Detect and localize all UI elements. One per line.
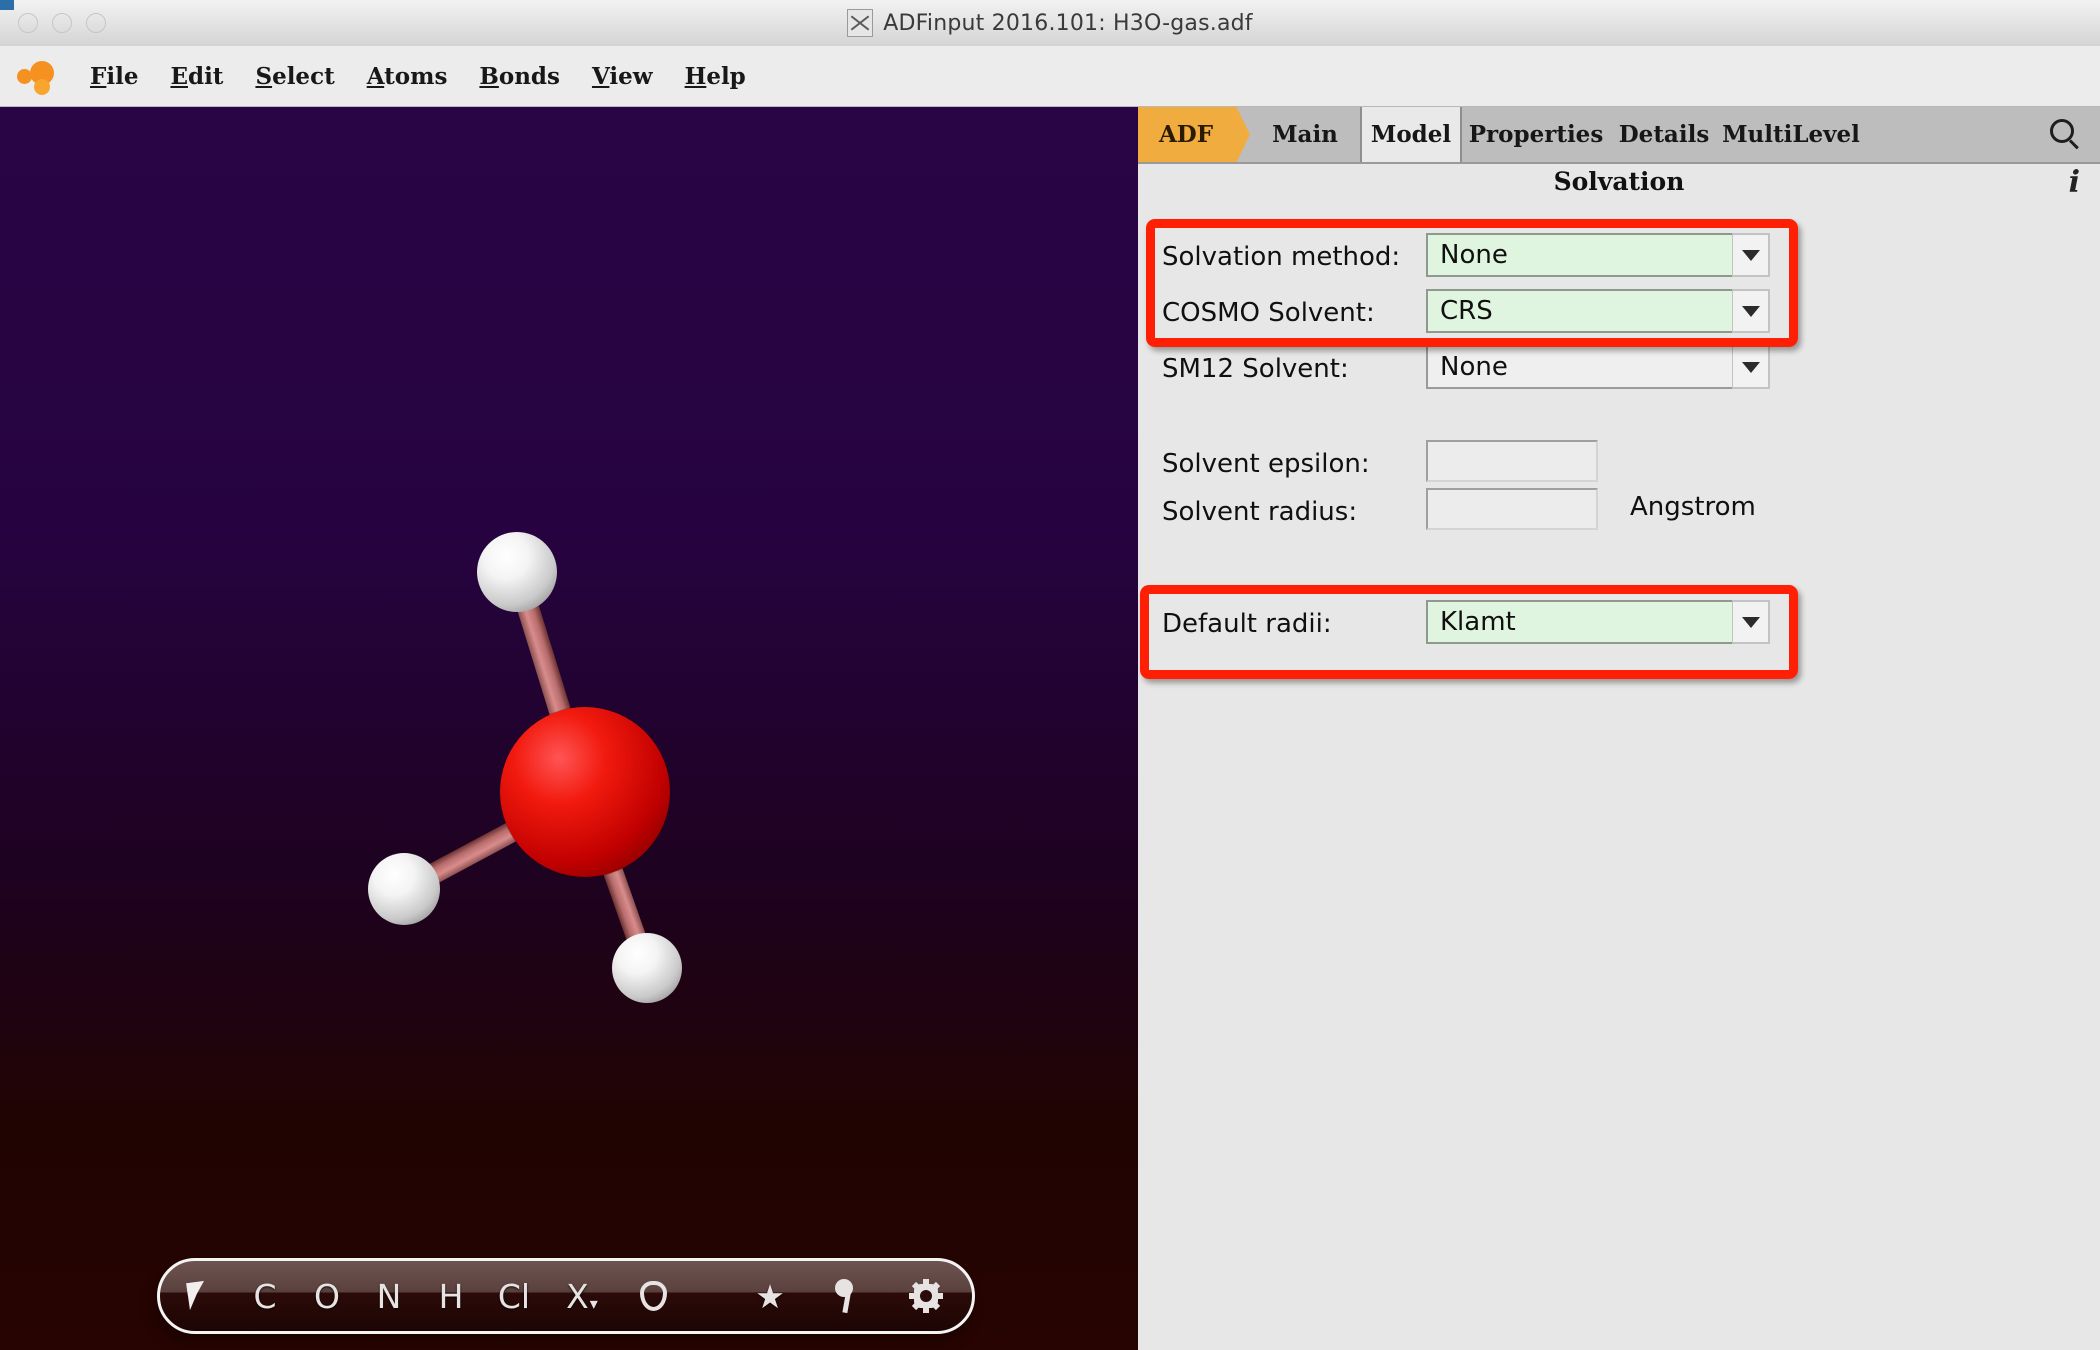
info-icon[interactable]: i <box>2069 165 2080 200</box>
carbon-button[interactable]: C <box>234 1258 296 1334</box>
default-radii-dropdown[interactable]: Klamt <box>1426 600 1770 644</box>
sm12-solvent-label-row: SM12 Solvent: <box>1162 347 1349 391</box>
solvation-method-arrow[interactable] <box>1732 233 1770 277</box>
preferences-button[interactable] <box>880 1258 972 1334</box>
search-icon[interactable] <box>2050 119 2080 150</box>
solvation-method-value: None <box>1426 233 1732 277</box>
solvent-radius-label: Solvent radius: <box>1162 497 1358 527</box>
x-window-icon <box>847 9 874 37</box>
atom-hydrogen-1[interactable] <box>477 532 557 612</box>
tab-adf[interactable]: ADF <box>1138 107 1250 162</box>
sm12-solvent-label: SM12 Solvent: <box>1162 354 1349 384</box>
solvent-radius-label-row: Solvent radius: <box>1162 490 1357 534</box>
window-title-wrap: ADFinput 2016.101: H3O-gas.adf <box>0 0 2100 46</box>
atom-hydrogen-2[interactable] <box>368 853 440 925</box>
menu-item-select[interactable]: Select <box>239 63 350 90</box>
oxygen-button[interactable]: O <box>296 1258 358 1334</box>
cosmo-solvent-value: CRS <box>1426 289 1732 333</box>
atom-toolbar: C O N H Cl X ▾ ★ <box>157 1258 975 1334</box>
other-element-button[interactable]: X ▾ <box>546 1258 618 1334</box>
default-radii-label: Default radii: <box>1162 609 1332 639</box>
solvation-method-label-row: Solvation method: <box>1162 235 1400 279</box>
gear-icon <box>909 1279 943 1313</box>
ring-button[interactable] <box>618 1258 688 1334</box>
ball-stick-button[interactable] <box>810 1258 880 1334</box>
solvent-epsilon-label: Solvent epsilon: <box>1162 449 1370 479</box>
tab-main[interactable]: Main <box>1250 107 1360 162</box>
menu-bar: File Edit Select Atoms Bonds View Help <box>0 46 2100 107</box>
default-radii-arrow[interactable] <box>1732 600 1770 644</box>
cosmo-solvent-label-row: COSMO Solvent: <box>1162 291 1375 335</box>
cosmo-solvent-arrow[interactable] <box>1732 289 1770 333</box>
ring-icon <box>639 1281 667 1311</box>
menu-item-file[interactable]: File <box>74 63 154 90</box>
sm12-solvent-dropdown[interactable]: None <box>1426 345 1770 389</box>
tab-properties[interactable]: Properties <box>1462 107 1610 162</box>
solvent-epsilon-input[interactable] <box>1426 440 1598 482</box>
adf-logo-icon <box>14 56 60 96</box>
chlorine-button[interactable]: Cl <box>482 1258 546 1334</box>
atom-hydrogen-3[interactable] <box>612 933 682 1003</box>
page-title: Solvation <box>1553 167 1685 196</box>
default-radii-value: Klamt <box>1426 600 1732 644</box>
settings-panel: ADF Main Model Properties Details MultiL… <box>1138 107 2100 1350</box>
chevron-down-icon: ▾ <box>589 1293 598 1313</box>
atom-oxygen[interactable] <box>500 707 670 877</box>
solvent-radius-input[interactable] <box>1426 488 1598 530</box>
adfinput-window: ADFinput 2016.101: H3O-gas.adf File Edit… <box>0 0 2100 1350</box>
sm12-solvent-arrow[interactable] <box>1732 345 1770 389</box>
menu-item-view[interactable]: View <box>576 63 669 90</box>
solvation-method-dropdown[interactable]: None <box>1426 233 1770 277</box>
cosmo-solvent-label: COSMO Solvent: <box>1162 298 1375 328</box>
tab-details[interactable]: Details <box>1610 107 1718 162</box>
sm12-solvent-value: None <box>1426 345 1732 389</box>
solvation-method-label: Solvation method: <box>1162 242 1401 272</box>
nitrogen-button[interactable]: N <box>358 1258 420 1334</box>
cosmo-solvent-dropdown[interactable]: CRS <box>1426 289 1770 333</box>
other-element-label: X <box>566 1276 589 1316</box>
select-cursor-button[interactable] <box>160 1258 234 1334</box>
menu-item-bonds[interactable]: Bonds <box>463 63 576 90</box>
cursor-icon <box>188 1282 206 1310</box>
favorites-button[interactable]: ★ <box>730 1258 810 1334</box>
lollipop-icon <box>832 1279 858 1314</box>
hydrogen-button[interactable]: H <box>420 1258 482 1334</box>
window-title: ADFinput 2016.101: H3O-gas.adf <box>883 10 1253 36</box>
tab-strip: ADF Main Model Properties Details MultiL… <box>1138 107 2100 164</box>
molecule-viewer[interactable] <box>0 107 1138 1350</box>
menu-item-atoms[interactable]: Atoms <box>351 63 464 90</box>
tab-model[interactable]: Model <box>1360 107 1462 162</box>
tab-multilevel[interactable]: MultiLevel <box>1718 107 1864 162</box>
menu-item-help[interactable]: Help <box>669 63 762 90</box>
solvent-radius-unit: Angstrom <box>1630 492 1756 522</box>
solvent-epsilon-label-row: Solvent epsilon: <box>1162 442 1370 486</box>
menu-item-edit[interactable]: Edit <box>154 63 239 90</box>
default-radii-label-row: Default radii: <box>1162 602 1332 646</box>
title-bar: ADFinput 2016.101: H3O-gas.adf <box>0 0 2100 47</box>
